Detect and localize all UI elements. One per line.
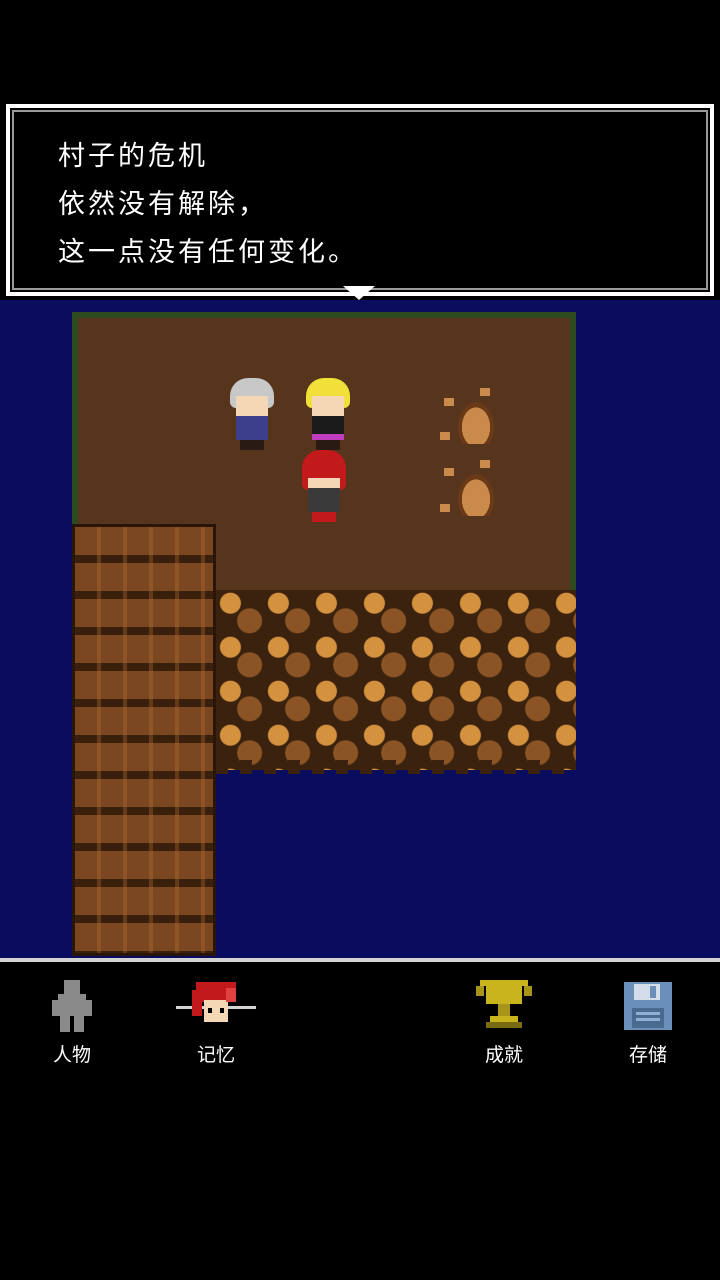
next-arrow-icon[interactable]	[343, 286, 375, 300]
boulder-icon	[458, 474, 494, 516]
pebble	[444, 398, 454, 406]
red-haired-face-icon	[176, 978, 256, 1034]
boulder-icon	[458, 402, 494, 444]
floppy-disk-icon	[618, 978, 678, 1034]
trophy-icon	[474, 978, 534, 1034]
menu-memory-button[interactable]: 记忆	[156, 962, 276, 1066]
menu-characters-button[interactable]: 人物	[12, 962, 132, 1066]
person-silhouette-icon	[42, 978, 102, 1034]
wooden-stairs	[72, 524, 216, 956]
menu-save-button[interactable]: 存储	[588, 962, 708, 1066]
pebble	[444, 468, 454, 476]
dialog-line-1: 村子的危机	[58, 141, 208, 172]
dialog-line-2: 依然没有解除，	[58, 189, 268, 220]
menu-memory-label: 记忆	[196, 1044, 235, 1066]
cliff-edge	[216, 760, 576, 774]
dialog-box[interactable]: 村子的危机 依然没有解除， 这一点没有任何变化。	[6, 104, 714, 296]
bottom-menu: 人物 记忆 成就 存储	[0, 958, 720, 1066]
red-haired-hero[interactable]	[296, 450, 352, 522]
menu-characters-label: 人物	[52, 1044, 91, 1066]
pebble	[440, 432, 450, 440]
rocky-cliff	[216, 590, 576, 770]
pebble	[440, 504, 450, 512]
pebble	[480, 388, 490, 396]
dialog-line-3: 这一点没有任何变化。	[58, 237, 358, 268]
blonde-character[interactable]	[300, 378, 356, 450]
menu-save-label: 存储	[628, 1044, 667, 1066]
silver-haired-character[interactable]	[224, 378, 280, 450]
pebble	[480, 460, 490, 468]
menu-achievements-button[interactable]: 成就	[444, 962, 564, 1066]
menu-achievements-label: 成就	[484, 1044, 523, 1066]
